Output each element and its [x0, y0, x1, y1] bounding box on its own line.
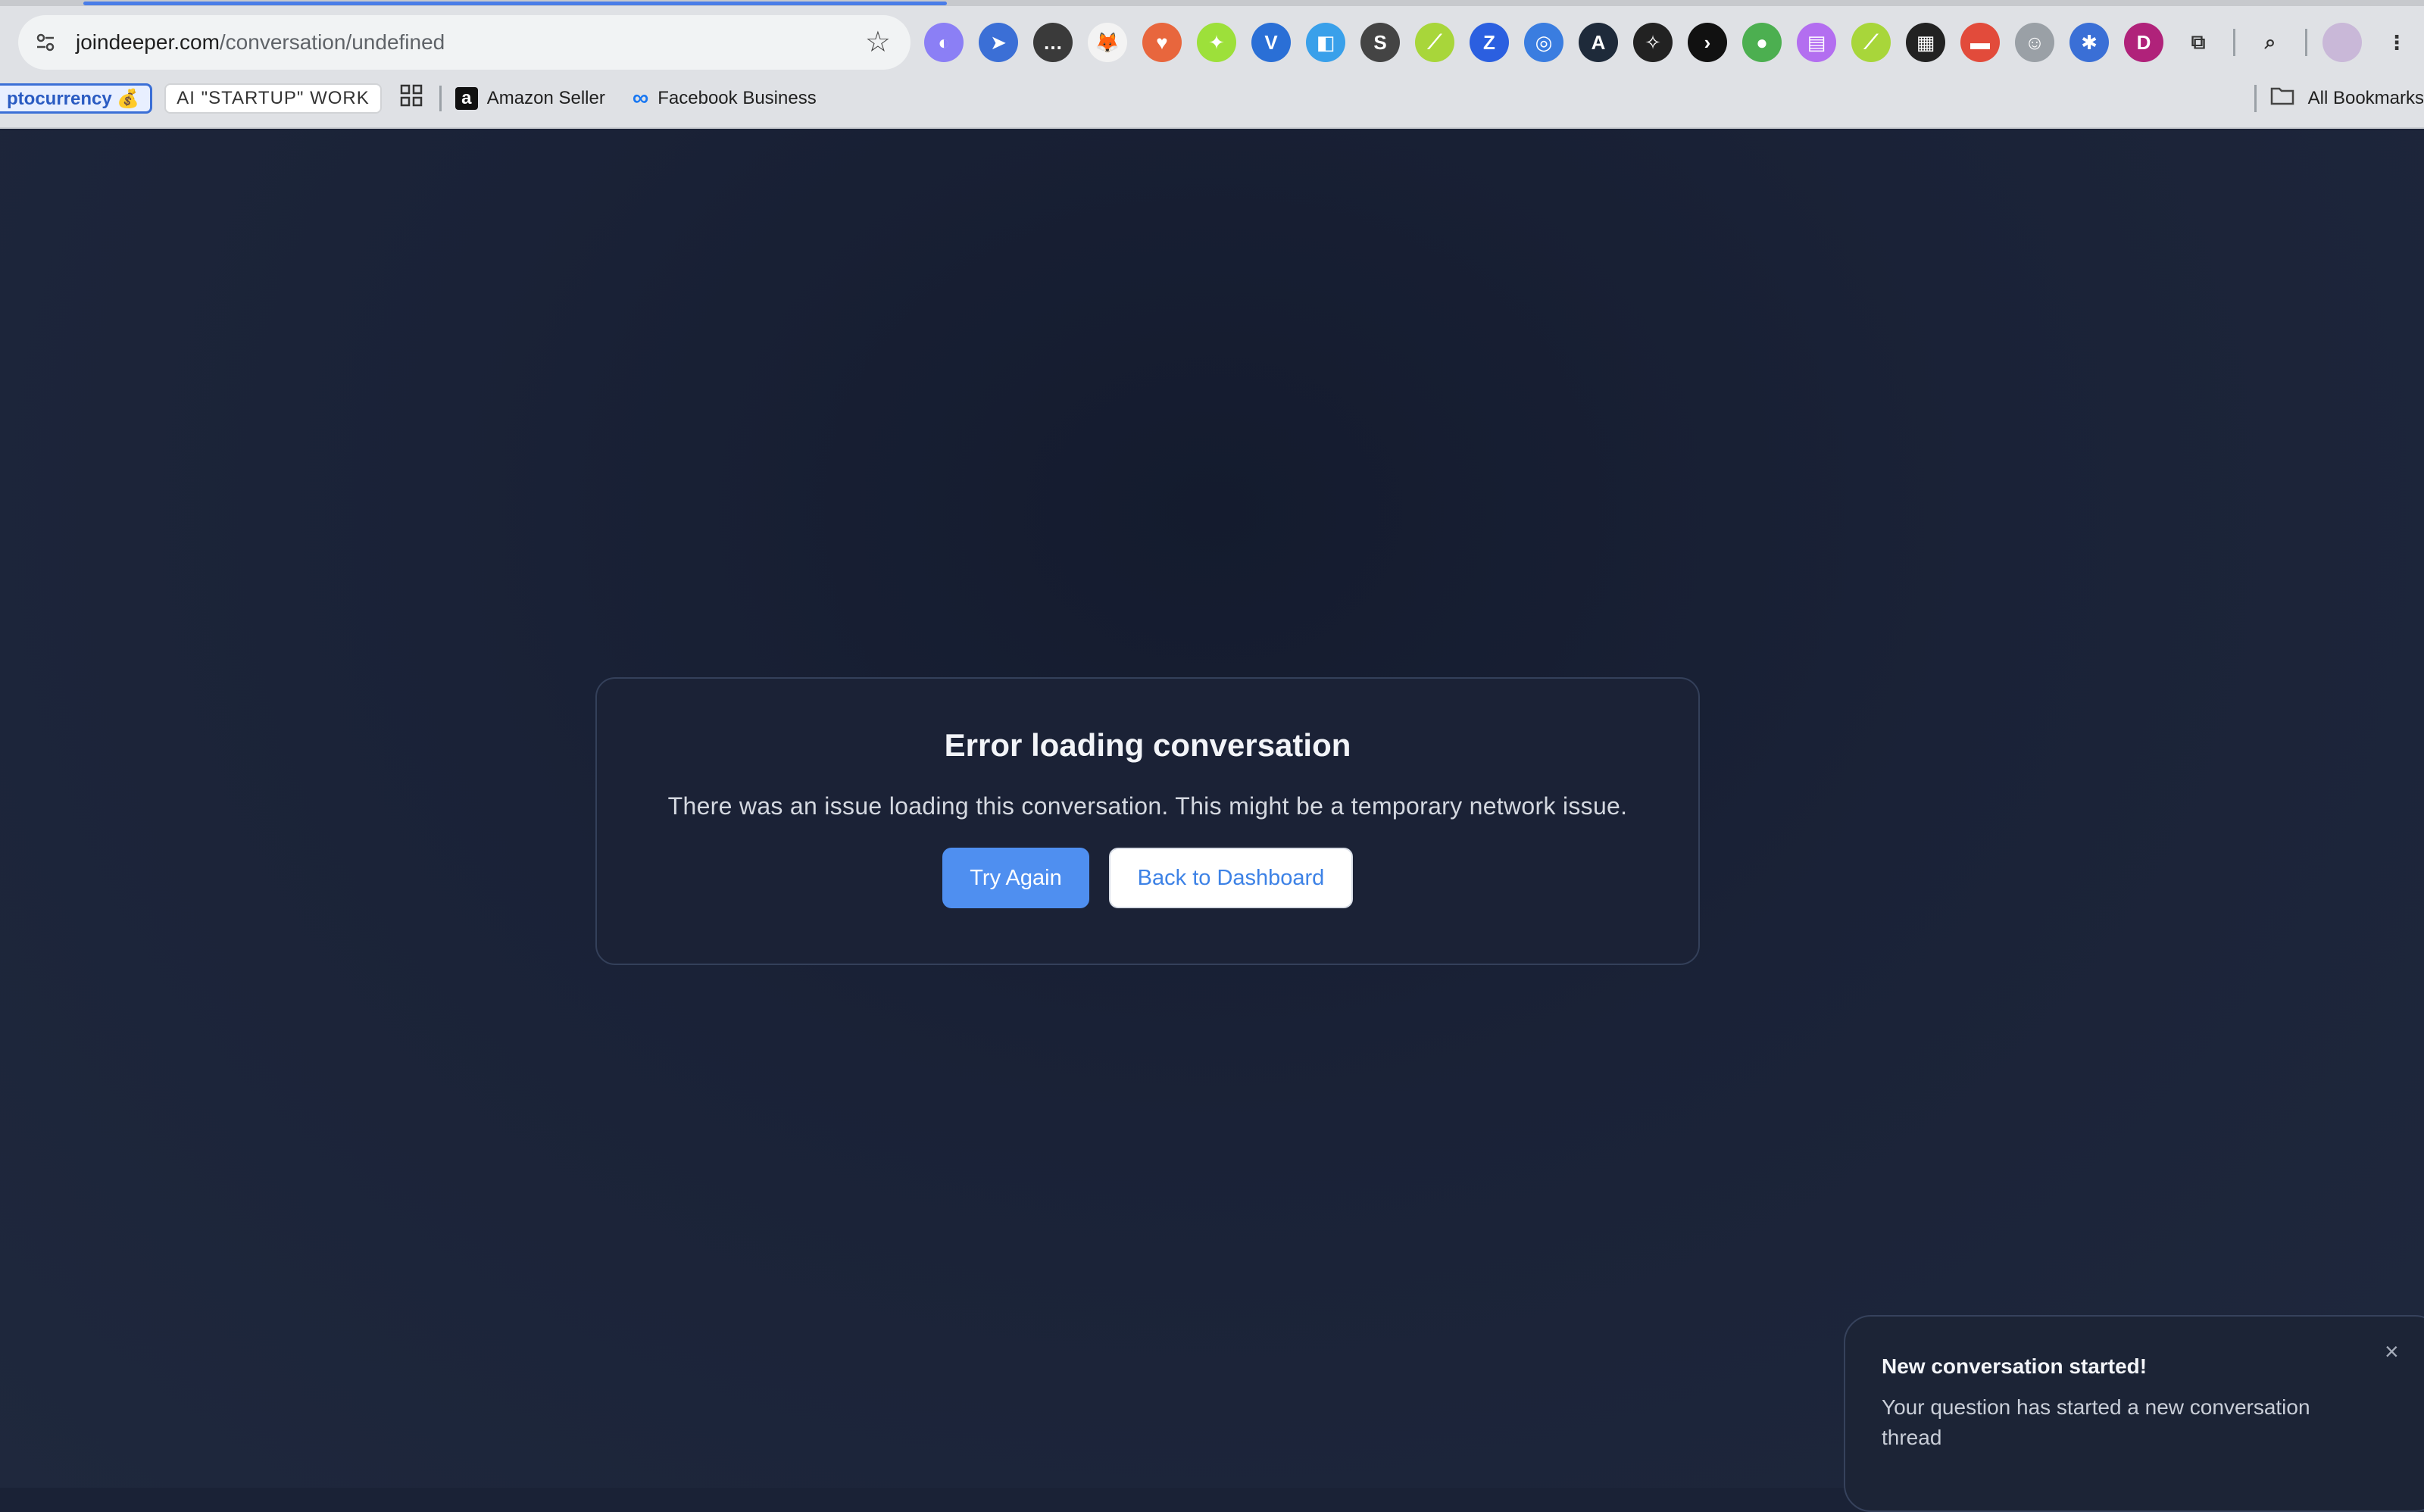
close-icon[interactable]: ×: [2385, 1336, 2399, 1367]
ext-22-icon[interactable]: ✱: [2069, 23, 2109, 62]
browser-chrome: joindeeper.com/conversation/undefined ☆ …: [0, 0, 2424, 129]
ext-7-icon[interactable]: V: [1251, 23, 1291, 62]
all-bookmarks[interactable]: All Bookmarks: [2254, 79, 2424, 118]
all-bookmarks-label: All Bookmarks: [2307, 88, 2424, 108]
bookmarks-divider: [439, 86, 442, 111]
ext-19-icon[interactable]: ▦: [1906, 23, 1945, 62]
profile-avatar-icon[interactable]: [2322, 23, 2362, 62]
bookmark-label: Amazon Seller: [486, 88, 605, 108]
ext-9-icon[interactable]: S: [1360, 23, 1400, 62]
ext-8-icon[interactable]: ◧: [1306, 23, 1345, 62]
page-content: Error loading conversation There was an …: [0, 130, 2424, 1488]
url-domain: joindeeper.com: [76, 30, 220, 54]
toast-description: Your question has started a new conversa…: [1882, 1395, 2310, 1449]
puzzle-icon[interactable]: ⧉: [2179, 23, 2218, 62]
bookmark-star-icon[interactable]: ☆: [865, 24, 891, 61]
bookmarks-divider: [2254, 85, 2257, 112]
bookmark-amazon-seller[interactable]: a Amazon Seller: [454, 87, 605, 110]
ext-1-icon[interactable]: ◐: [924, 23, 964, 62]
ext-12-icon[interactable]: ◎: [1524, 23, 1563, 62]
ext-17-icon[interactable]: ▤: [1797, 23, 1836, 62]
address-bar[interactable]: joindeeper.com/conversation/undefined ☆: [18, 15, 911, 70]
url-path: /conversation/undefined: [219, 30, 445, 54]
ext-18-icon[interactable]: ⟋: [1851, 23, 1891, 62]
toast-title: New conversation started!: [1882, 1354, 2148, 1378]
search-tabs-icon[interactable]: ⌕: [2251, 23, 2290, 62]
amazon-icon: a: [454, 87, 478, 110]
toolbar-divider: [2305, 29, 2307, 56]
extensions-toolbar: ◐ ➤ … 🦊 ♥ ✦ V ◧ S ⟋ Z ◎ A ✧ › ● ▤ ⟋ ▦ ▬ ☺ ✱ D ⧉ ⌕ ⋮: [924, 23, 2416, 62]
ext-3-icon[interactable]: …: [1033, 23, 1073, 62]
bookmark-folder-crypto[interactable]: ptocurrency 💰: [0, 83, 153, 114]
ext-2-icon[interactable]: ➤: [979, 23, 1018, 62]
ext-13-icon[interactable]: A: [1579, 23, 1618, 62]
metamask-icon[interactable]: 🦊: [1088, 23, 1127, 62]
ext-6-icon[interactable]: ✦: [1197, 23, 1236, 62]
bookmark-folder-startup[interactable]: AI "STARTUP" WORK: [164, 83, 382, 114]
meta-icon: ∞: [632, 86, 649, 111]
ext-15-icon[interactable]: ›: [1688, 23, 1727, 62]
bookmarks-bar: ptocurrency 💰 AI "STARTUP" WORK a Amazon…: [0, 79, 2424, 118]
menu-icon[interactable]: ⋮: [2377, 23, 2416, 62]
back-to-dashboard-button[interactable]: Back to Dashboard: [1109, 848, 1353, 908]
error-actions: Try Again Back to Dashboard: [597, 848, 1698, 908]
site-info-icon[interactable]: [26, 23, 65, 62]
ext-23-icon[interactable]: D: [2124, 23, 2163, 62]
url-text[interactable]: joindeeper.com/conversation/undefined: [76, 30, 445, 55]
error-title: Error loading conversation: [944, 727, 1351, 763]
try-again-button[interactable]: Try Again: [942, 848, 1089, 908]
folder-icon: [2270, 86, 2294, 111]
apps-grid-icon[interactable]: [400, 84, 423, 114]
error-card: Error loading conversation There was an …: [595, 677, 1700, 965]
ext-10-icon[interactable]: ⟋: [1415, 23, 1454, 62]
heart-icon[interactable]: ♥: [1142, 23, 1182, 62]
ext-21-icon[interactable]: ☺: [2015, 23, 2054, 62]
bookmark-facebook-business[interactable]: ∞ Facebook Business: [633, 86, 817, 111]
toast-notification: × New conversation started! Your questio…: [1844, 1315, 2424, 1512]
ext-14-icon[interactable]: ✧: [1633, 23, 1673, 62]
toolbar-divider: [2233, 29, 2235, 56]
ext-16-icon[interactable]: ●: [1742, 23, 1782, 62]
ext-20-icon[interactable]: ▬: [1960, 23, 2000, 62]
loading-bar-fill: [83, 2, 947, 5]
ext-11-icon[interactable]: Z: [1470, 23, 1509, 62]
error-message: There was an issue loading this conversa…: [667, 792, 1628, 820]
bookmark-label: Facebook Business: [658, 88, 817, 108]
loading-bar: [0, 0, 2424, 6]
